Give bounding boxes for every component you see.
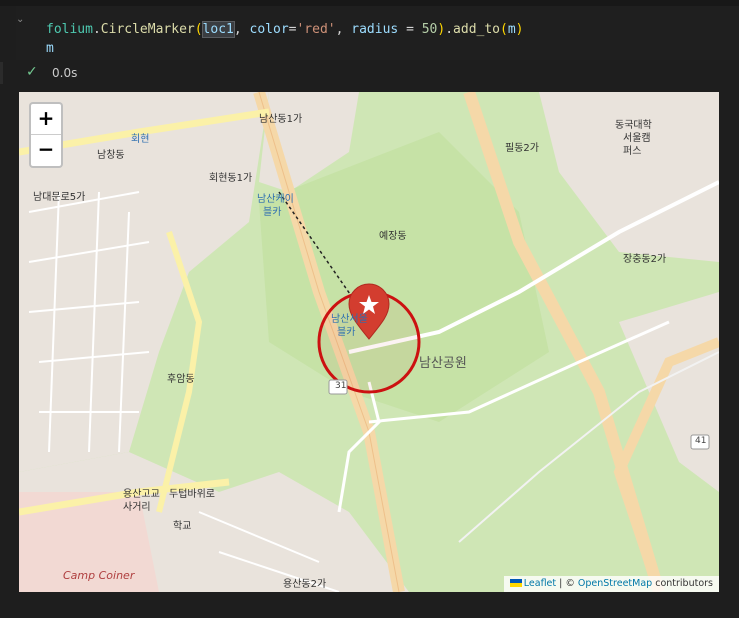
code-token: ) [515,22,524,37]
zoom-out-button[interactable]: − [31,135,61,165]
code-token: CircleMarker [100,22,195,37]
route-label-41: 41 [695,436,707,446]
cell-status-row: ✓ 0.0s [0,62,739,84]
code-token: 50 [421,22,438,37]
map-label: 사거리 [123,502,151,513]
map-label: 회현 [131,134,150,145]
map-label: 두텁바위로 [169,489,215,500]
code-token: ( [194,22,203,37]
map-label: 퍼스 [623,146,642,157]
map-label: Camp Coiner [63,569,135,582]
map-attribution: Leaflet | © OpenStreetMap contributors [503,576,719,592]
code-token: . [445,22,454,37]
chevron-down-icon[interactable]: ⌄ [16,14,26,25]
code-token: = [398,22,422,37]
map-label: 남대문로5가 [33,192,86,203]
attribution-separator: | © [556,578,578,589]
map-label: 남산공원 [419,356,467,371]
map-tiles[interactable] [19,92,719,592]
code-token: ( [500,22,508,37]
map-container[interactable]: 31 41 남산동1가 회현동1가 회현 남창동 남대문로5가 남산케이 블카 … [19,92,719,592]
zoom-in-button[interactable]: + [31,104,61,135]
map-label: 회현동1가 [209,173,253,184]
code-cell-editor[interactable]: ⌄ folium.CircleMarker(loc1, color='red',… [16,6,739,60]
code-token: add_to [453,22,501,37]
ukraine-flag-icon [509,579,522,587]
cell-status-bar [0,62,3,84]
code-token: radius [351,22,399,37]
map-label: 블카 [337,327,356,338]
osm-link[interactable]: OpenStreetMap [578,578,652,589]
route-label-31: 31 [335,381,347,391]
code-token: . [92,22,101,37]
map-label: 후암동 [167,374,195,385]
zoom-control: + − [29,102,63,168]
map-label: 장충동2가 [623,254,667,265]
code-token: m [507,22,516,37]
code-token: folium [46,22,93,37]
execution-time: 0.0s [52,66,78,80]
code-token: m [46,41,54,56]
map-label: 블카 [263,207,282,218]
code-token: 'red' [296,22,336,37]
map-label: 남창동 [97,150,125,161]
code-token: color [249,22,289,37]
code-text[interactable]: folium.CircleMarker(loc1, color='red', r… [46,20,524,58]
code-token: , [233,22,250,37]
map-label: 남산동1가 [259,114,303,125]
code-token: , [335,22,352,37]
code-token-selected: loc1 [201,21,235,38]
attribution-suffix: contributors [652,578,713,589]
map-label: 필동2가 [505,143,539,154]
leaflet-link[interactable]: Leaflet [524,578,556,589]
map-label: 학교 [173,521,192,532]
map-label: 용산동2가 [283,579,327,590]
map-label: 예장동 [379,231,407,242]
check-icon: ✓ [26,64,38,80]
